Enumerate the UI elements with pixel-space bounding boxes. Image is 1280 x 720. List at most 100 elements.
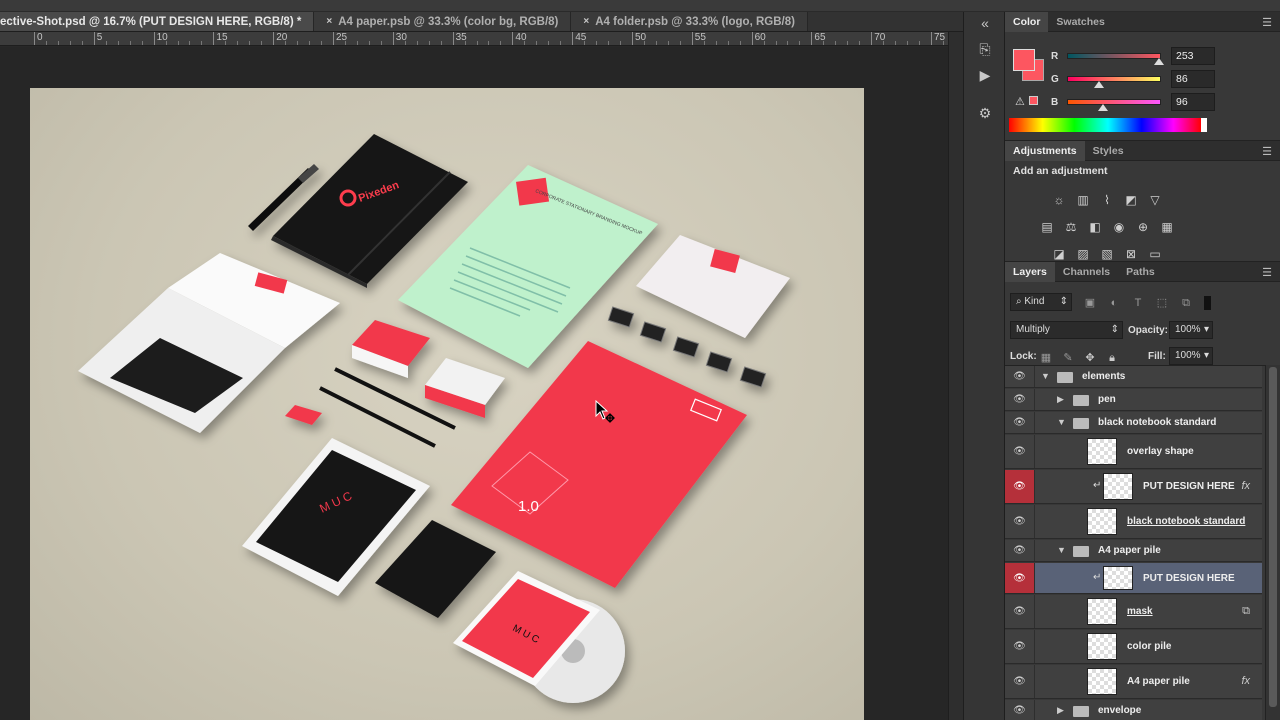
actions-play-icon[interactable]: ▶ [973, 64, 997, 86]
expanded-triangle-icon[interactable]: ▼ [1057, 545, 1066, 555]
layer-row[interactable]: 👁︎ black notebook standard [1005, 505, 1262, 539]
green-value-field[interactable]: 86 [1171, 70, 1215, 88]
scrollbar-thumb[interactable] [1269, 367, 1277, 707]
ruler-minor-tick [105, 41, 107, 45]
channel-mixer-icon[interactable]: ⊕ [1135, 220, 1151, 234]
tab-a4-folder[interactable]: × A4 folder.psb @ 33.3% (logo, RGB/8) [571, 12, 808, 31]
curves-icon[interactable]: ⌇ [1099, 193, 1115, 207]
slider-thumb[interactable] [1097, 104, 1108, 111]
hue-saturation-icon[interactable]: ▤ [1039, 220, 1055, 234]
blue-slider[interactable] [1067, 99, 1161, 111]
visibility-eye-icon[interactable]: 👁︎ [1005, 630, 1035, 663]
panel-menu-icon[interactable]: ☰ [1262, 266, 1272, 279]
gamut-warning-icon[interactable]: ⚠ [1015, 95, 1025, 108]
selective-color-icon[interactable]: ⊠ [1123, 247, 1139, 261]
layer-row[interactable]: 👁︎ ↵ PUT DESIGN HERE fx [1005, 470, 1262, 504]
brightness-contrast-icon[interactable]: ☼ [1051, 193, 1067, 207]
blue-value-field[interactable]: 96 [1171, 93, 1215, 111]
opacity-field[interactable]: 100% ▾ [1169, 321, 1213, 339]
layer-row[interactable]: 👁︎ ▼ A4 paper pile [1005, 540, 1262, 562]
layer-row[interactable]: 👁︎ overlay shape [1005, 435, 1262, 469]
slider-thumb[interactable] [1094, 81, 1104, 88]
tab-color[interactable]: Color [1005, 11, 1049, 32]
color-balance-icon[interactable]: ⚖ [1063, 220, 1079, 234]
layer-row[interactable]: 👁︎ mask ⧉ [1005, 595, 1262, 629]
exposure-icon[interactable]: ◩ [1123, 193, 1139, 207]
layer-row[interactable]: 👁︎ ▶ envelope [1005, 700, 1262, 720]
tab-channels[interactable]: Channels [1055, 262, 1118, 282]
gradient-map-icon[interactable]: ▭ [1147, 247, 1163, 261]
layer-row[interactable]: 👁︎ ↵ PUT DESIGN HERE [1005, 563, 1262, 594]
fill-field[interactable]: 100% ▾ [1169, 347, 1213, 365]
slider-thumb[interactable] [1154, 58, 1165, 65]
visibility-eye-icon[interactable]: 👁︎ [1005, 470, 1035, 503]
blend-mode-select[interactable]: Multiply ⇕ [1010, 321, 1123, 339]
tab-perspective-shot[interactable]: ective-Shot.psd @ 16.7% (PUT DESIGN HERE… [0, 12, 315, 31]
color-lookup-icon[interactable]: ▦ [1159, 220, 1175, 234]
layer-row[interactable]: 👁︎ A4 paper pile fx [1005, 665, 1262, 699]
canvas-area[interactable]: Pixeden CORPORATE STATIONARY BRANDING MO… [0, 47, 948, 720]
layer-row[interactable]: 👁︎ ▼ elements [1005, 366, 1262, 388]
visibility-eye-icon[interactable]: 👁︎ [1005, 366, 1035, 387]
lock-all-icon[interactable]: 🔒︎ [1106, 352, 1118, 364]
color-spectrum-bar[interactable] [1009, 118, 1207, 132]
visibility-eye-icon[interactable]: 👁︎ [1005, 435, 1035, 468]
filter-type-icon[interactable]: T [1132, 297, 1144, 309]
filter-shape-icon[interactable]: ⬚ [1156, 297, 1168, 309]
red-value-field[interactable]: 253 [1171, 47, 1215, 65]
levels-icon[interactable]: ▥ [1075, 193, 1091, 207]
tab-styles[interactable]: Styles [1085, 141, 1132, 161]
ruler-minor-tick [548, 41, 550, 45]
collapse-icon[interactable]: « [973, 12, 997, 34]
lock-paint-icon[interactable]: ✎ [1062, 352, 1074, 364]
filter-kind-select[interactable]: ⌕ Kind ⇕ [1010, 293, 1072, 311]
collapsed-triangle-icon[interactable]: ▶ [1057, 394, 1064, 405]
visibility-eye-icon[interactable]: 👁︎ [1005, 540, 1035, 561]
lock-transparency-icon[interactable]: ▦ [1040, 352, 1052, 364]
close-icon[interactable]: × [326, 16, 332, 27]
layer-row[interactable]: 👁︎ color pile [1005, 630, 1262, 664]
tab-paths[interactable]: Paths [1118, 262, 1163, 282]
expanded-triangle-icon[interactable]: ▼ [1057, 417, 1066, 427]
history-icon[interactable]: ⎘ [973, 38, 997, 60]
layers-scrollbar[interactable] [1265, 365, 1280, 720]
red-slider[interactable] [1067, 53, 1165, 65]
tab-a4-paper[interactable]: × A4 paper.psb @ 33.3% (color bg, RGB/8) [314, 12, 572, 31]
foreground-color-swatch[interactable] [1013, 49, 1035, 71]
collapsed-triangle-icon[interactable]: ▶ [1057, 705, 1064, 716]
layer-effects-icon[interactable]: fx [1241, 480, 1250, 492]
panel-menu-icon[interactable]: ☰ [1262, 16, 1272, 29]
visibility-eye-icon[interactable]: 👁︎ [1005, 665, 1035, 698]
filter-pixel-icon[interactable]: ▣ [1084, 297, 1096, 309]
visibility-eye-icon[interactable]: 👁︎ [1005, 700, 1035, 720]
layer-row[interactable]: 👁︎ ▶ pen [1005, 389, 1262, 411]
filter-toggle-icon[interactable] [1204, 296, 1211, 310]
filter-smart-object-icon[interactable]: ⧉ [1180, 297, 1192, 309]
visibility-eye-icon[interactable]: 👁︎ [1005, 595, 1035, 628]
vibrance-icon[interactable]: ▽ [1147, 193, 1163, 207]
photo-filter-icon[interactable]: ◉ [1111, 220, 1127, 234]
visibility-eye-icon[interactable]: 👁︎ [1005, 505, 1035, 538]
layer-row[interactable]: 👁︎ ▼ black notebook standard [1005, 412, 1262, 434]
lock-position-icon[interactable]: ✥ [1084, 352, 1096, 364]
canvas-scrollbar[interactable] [948, 32, 963, 720]
visibility-eye-icon[interactable]: 👁︎ [1005, 389, 1035, 410]
document-canvas[interactable]: Pixeden CORPORATE STATIONARY BRANDING MO… [30, 88, 864, 720]
tab-swatches[interactable]: Swatches [1048, 12, 1112, 32]
visibility-eye-icon[interactable]: 👁︎ [1005, 412, 1035, 433]
threshold-icon[interactable]: ▧ [1099, 247, 1115, 261]
gamut-swatch[interactable] [1029, 96, 1038, 105]
black-white-icon[interactable]: ◧ [1087, 220, 1103, 234]
green-slider[interactable] [1067, 76, 1161, 88]
expanded-triangle-icon[interactable]: ▼ [1041, 371, 1050, 381]
close-icon[interactable]: × [583, 16, 589, 27]
filter-adjustment-icon[interactable]: ◐ [1108, 297, 1120, 309]
panel-menu-icon[interactable]: ☰ [1262, 145, 1272, 158]
tab-layers[interactable]: Layers [1005, 261, 1055, 282]
posterize-icon[interactable]: ▨ [1075, 247, 1091, 261]
tool-presets-icon[interactable]: ⚙ [973, 102, 997, 124]
invert-icon[interactable]: ◪ [1051, 247, 1067, 261]
layer-effects-icon[interactable]: fx [1241, 675, 1250, 687]
tab-adjustments[interactable]: Adjustments [1005, 140, 1085, 161]
visibility-eye-icon[interactable]: 👁︎ [1005, 563, 1035, 593]
